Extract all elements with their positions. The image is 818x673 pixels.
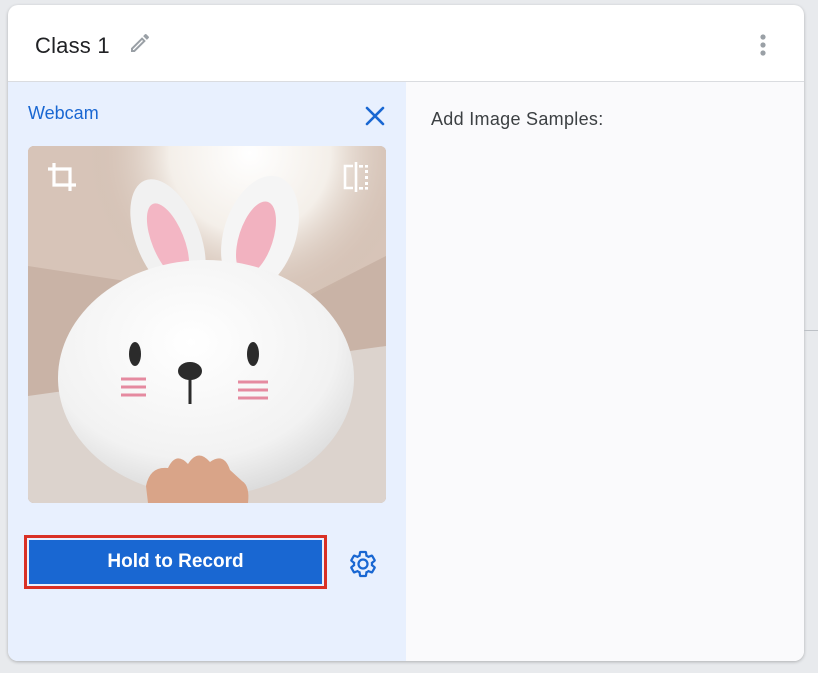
webcam-feed-image: [28, 146, 386, 503]
crop-icon[interactable]: [45, 160, 79, 194]
class-card: Class 1 Webcam Hold to Record Add Image …: [8, 5, 804, 661]
flip-icon[interactable]: [341, 160, 371, 194]
more-vert-icon[interactable]: [753, 32, 773, 58]
hold-to-record-button[interactable]: Hold to Record: [29, 540, 322, 584]
webcam-label: Webcam: [28, 103, 99, 123]
close-icon[interactable]: [364, 105, 386, 127]
pencil-icon[interactable]: [128, 31, 152, 55]
webcam-panel: Webcam Hold to Record: [8, 82, 406, 661]
class-title[interactable]: Class 1: [35, 33, 110, 59]
class-header: Class 1: [8, 5, 804, 82]
connector-line: [804, 330, 818, 331]
webcam-preview: [28, 146, 386, 503]
samples-panel: Add Image Samples:: [406, 82, 804, 661]
samples-label: Add Image Samples:: [431, 109, 604, 129]
gear-icon[interactable]: [348, 549, 378, 579]
